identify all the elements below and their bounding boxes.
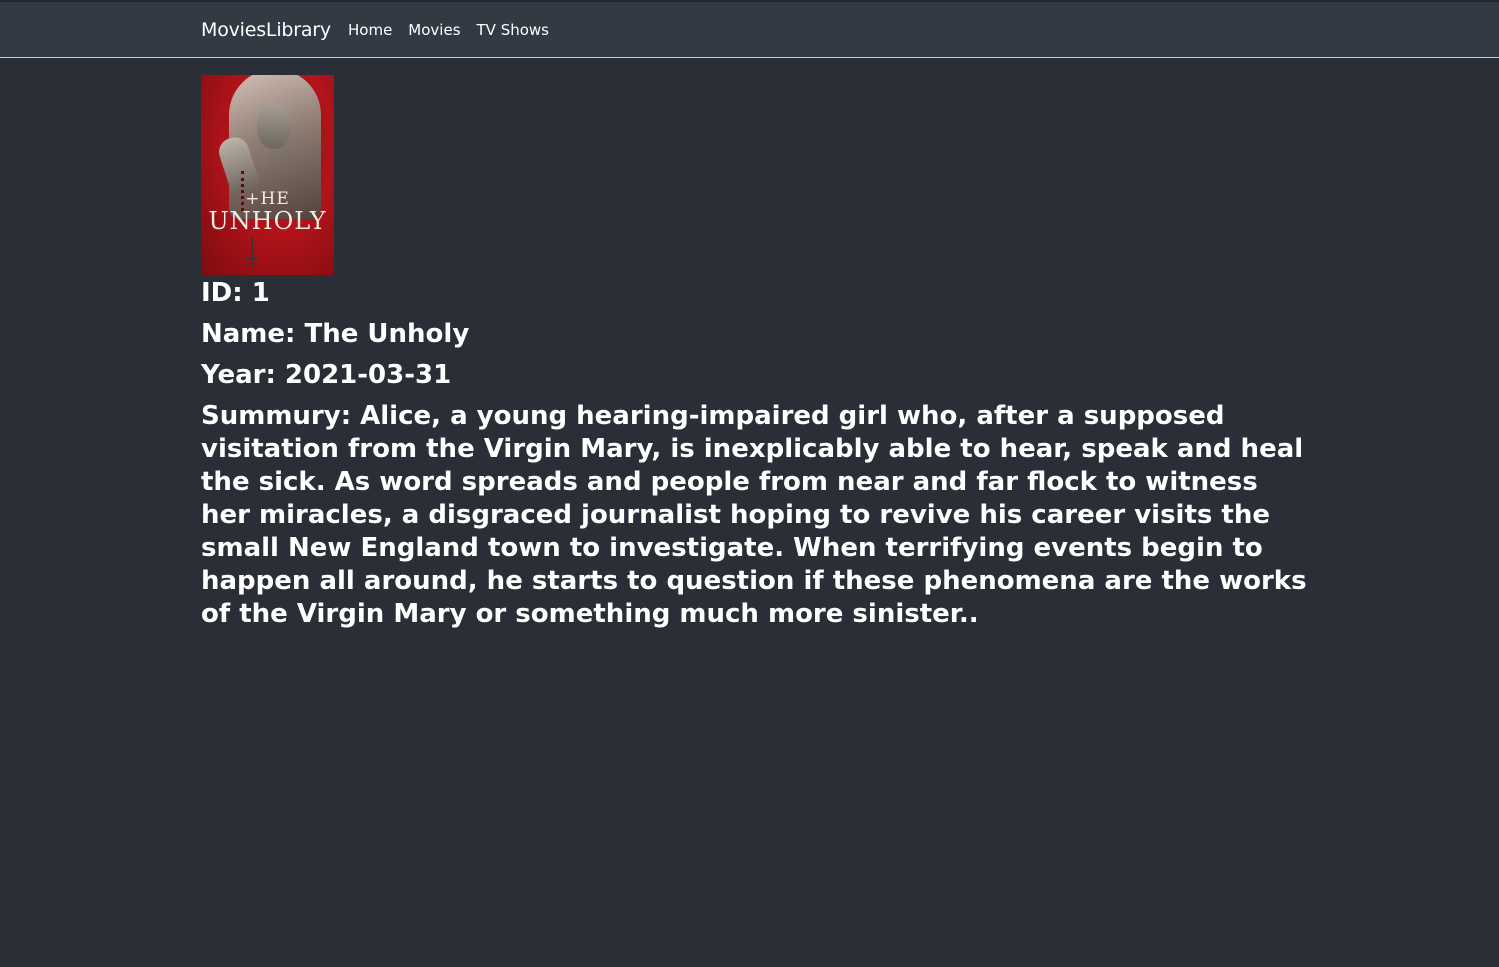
poster-cross-icon xyxy=(246,238,258,268)
poster-face xyxy=(257,103,291,149)
movie-name: Name: The Unholy xyxy=(201,319,470,349)
top-navbar: MoviesLibrary Home Movies TV Shows xyxy=(0,0,1499,58)
poster-title-line2: UNHOLY xyxy=(208,207,327,235)
movie-year: Year: 2021-03-31 xyxy=(201,360,452,390)
brand-link[interactable]: MoviesLibrary xyxy=(201,19,331,41)
main-nav: Home Movies TV Shows xyxy=(348,21,549,39)
nav-home-link[interactable]: Home xyxy=(348,21,392,39)
nav-movies-link[interactable]: Movies xyxy=(408,21,460,39)
movie-detail: +HE UNHOLY ID: 1 Name: The Unholy Year: … xyxy=(201,75,1311,631)
poster-title-line1: +HE xyxy=(245,189,290,209)
movie-id: ID: 1 xyxy=(201,278,270,308)
nav-tv-shows-link[interactable]: TV Shows xyxy=(477,21,549,39)
movie-poster: +HE UNHOLY xyxy=(201,75,334,275)
movie-summary: Summury: Alice, a young hearing-impaired… xyxy=(201,401,1307,629)
